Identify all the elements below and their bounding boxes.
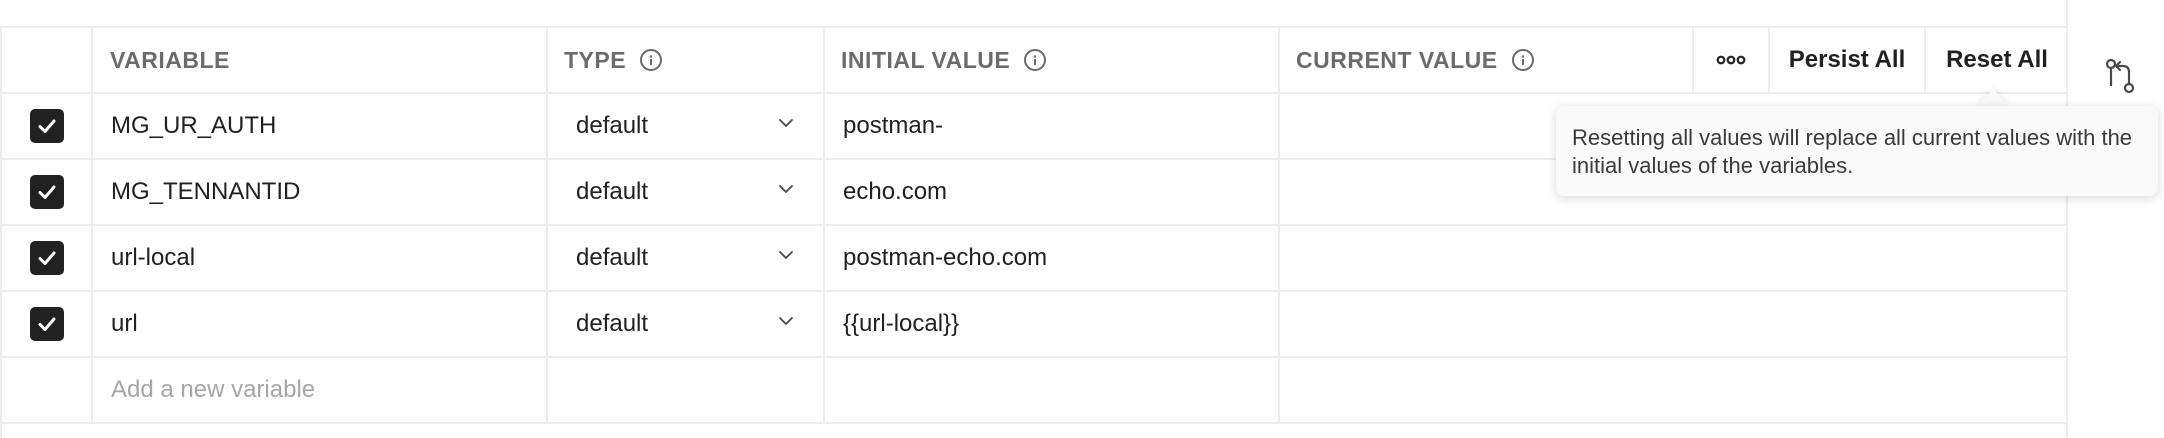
type-select-cell[interactable]: default <box>548 292 825 356</box>
check-icon <box>38 185 56 199</box>
info-icon[interactable] <box>1024 49 1047 71</box>
new-row-check-cell <box>3 358 93 422</box>
info-icon[interactable] <box>640 49 663 71</box>
table-top-strip <box>0 0 2068 28</box>
header-current-value-label: CURRENT VALUE <box>1296 46 1498 73</box>
info-icon[interactable] <box>1511 49 1534 71</box>
variable-name-cell[interactable]: url <box>93 292 548 356</box>
initial-value-cell[interactable]: postman- <box>825 94 1280 158</box>
row-checkbox[interactable] <box>30 307 64 341</box>
environment-variables-view: VARIABLE TYPE INITIAL VALUE CURRENT VALU… <box>0 0 2164 438</box>
check-icon <box>38 251 56 265</box>
header-current-value: CURRENT VALUE <box>1280 28 1694 92</box>
type-value: default <box>576 310 649 337</box>
initial-value: postman-echo.com <box>843 244 1048 271</box>
chevron-down-icon <box>776 244 796 272</box>
variable-name-cell[interactable]: url-local <box>93 226 548 290</box>
reset-all-tooltip: Resetting all values will replace all cu… <box>1556 106 2158 196</box>
variable-name: url-local <box>111 244 196 271</box>
new-initial-value-cell[interactable] <box>825 358 1280 422</box>
chevron-down-icon <box>776 310 796 338</box>
type-select-cell[interactable]: default <box>548 226 825 290</box>
type-select[interactable]: default <box>576 310 796 338</box>
variables-table: VARIABLE TYPE INITIAL VALUE CURRENT VALU… <box>0 0 2068 438</box>
variable-name: url <box>111 310 138 337</box>
header-type: TYPE <box>548 28 825 92</box>
row-check-cell <box>3 160 93 224</box>
type-value: default <box>576 178 649 205</box>
new-variable-row: Add a new variable <box>0 358 2068 424</box>
type-select-cell[interactable]: default <box>548 94 825 158</box>
type-select[interactable]: default <box>576 112 796 140</box>
type-select[interactable]: default <box>576 244 796 272</box>
variable-name-cell[interactable]: MG_TENNANTID <box>93 160 548 224</box>
header-initial-value-label: INITIAL VALUE <box>841 46 1011 73</box>
check-icon <box>38 119 56 133</box>
table-header-row: VARIABLE TYPE INITIAL VALUE CURRENT VALU… <box>0 28 2068 94</box>
row-check-cell <box>3 292 93 356</box>
tooltip-text: Resetting all values will replace all cu… <box>1572 125 2133 178</box>
check-icon <box>38 317 56 331</box>
current-value-cell[interactable] <box>1280 292 2068 356</box>
row-checkbox[interactable] <box>30 241 64 275</box>
row-check-cell <box>3 226 93 290</box>
current-value-cell[interactable] <box>1280 226 2068 290</box>
variable-name: MG_TENNANTID <box>111 178 301 205</box>
header-check-cell <box>3 28 93 92</box>
table-row: url default {{url-local}} <box>0 292 2068 358</box>
type-value: default <box>576 244 649 271</box>
variable-name-cell[interactable]: MG_UR_AUTH <box>93 94 548 158</box>
new-current-value-cell[interactable] <box>1280 358 2068 422</box>
initial-value-cell[interactable]: echo.com <box>825 160 1280 224</box>
row-checkbox[interactable] <box>30 175 64 209</box>
type-value: default <box>576 112 649 139</box>
type-select[interactable]: default <box>576 178 796 206</box>
chevron-down-icon <box>776 112 796 140</box>
new-variable-placeholder: Add a new variable <box>111 376 316 403</box>
header-initial-value: INITIAL VALUE <box>825 28 1280 92</box>
new-variable-input[interactable]: Add a new variable <box>93 358 548 422</box>
header-variable: VARIABLE <box>93 28 548 92</box>
more-actions-button[interactable] <box>1694 28 1770 92</box>
initial-value: {{url-local}} <box>843 310 960 337</box>
pull-request-icon[interactable] <box>2103 58 2137 94</box>
initial-value-cell[interactable]: postman-echo.com <box>825 226 1280 290</box>
initial-value: postman- <box>843 112 944 139</box>
header-type-label: TYPE <box>564 46 627 73</box>
new-type-cell[interactable] <box>548 358 825 422</box>
initial-value: echo.com <box>843 178 948 205</box>
more-horizontal-icon <box>1716 55 1746 65</box>
variable-name: MG_UR_AUTH <box>111 112 277 139</box>
reset-all-button[interactable]: Reset All <box>1926 28 2068 92</box>
persist-all-button[interactable]: Persist All <box>1770 28 1926 92</box>
table-row: url-local default postman-echo.com <box>0 226 2068 292</box>
row-check-cell <box>3 94 93 158</box>
initial-value-cell[interactable]: {{url-local}} <box>825 292 1280 356</box>
header-variable-label: VARIABLE <box>110 46 230 73</box>
row-checkbox[interactable] <box>30 109 64 143</box>
chevron-down-icon <box>776 178 796 206</box>
type-select-cell[interactable]: default <box>548 160 825 224</box>
